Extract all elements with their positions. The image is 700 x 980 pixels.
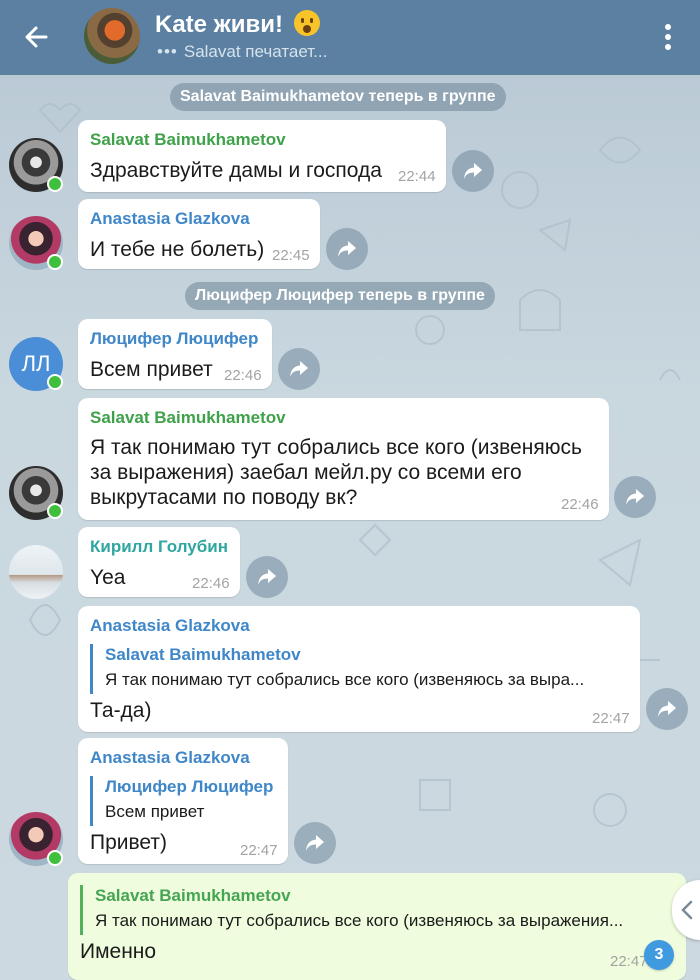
message-text: Именно [80, 940, 157, 963]
reply-sender: Salavat Baimukhametov [95, 886, 291, 905]
message-time: 22:47 [240, 842, 278, 859]
chat-title-text: Kate живи! [155, 11, 283, 38]
share-arrow-icon [258, 569, 276, 585]
share-arrow-icon [338, 241, 356, 257]
service-message: Люцифер Люцифер теперь в группе [185, 282, 495, 310]
message-time: 22:47 [592, 710, 630, 727]
reply-text: Я так понимаю тут собрались все кого (из… [95, 911, 624, 930]
message-time: 22:44 [398, 168, 436, 185]
share-button[interactable] [452, 150, 494, 192]
chat-title[interactable]: Kate живи! [155, 10, 320, 39]
service-message: Salavat Baimukhametov теперь в группе [170, 83, 506, 111]
message-bubble[interactable]: Люцифер Люцифер Всем привет 22:46 [78, 319, 272, 389]
online-indicator [47, 850, 63, 866]
surprised-emoji-icon [293, 10, 320, 36]
unread-badge[interactable]: 3 [644, 940, 674, 970]
message-text: Всем привет [90, 358, 213, 381]
reply-quote[interactable]: Salavat Baimukhametov Я так понимаю тут … [80, 885, 623, 935]
sender-name[interactable]: Salavat Baimukhametov [90, 408, 286, 428]
message-text: Привет) [90, 831, 168, 854]
message-time: 22:46 [224, 367, 262, 384]
message-text-line: за выражения) заебал мейл.ру со всеми ег… [90, 461, 522, 484]
reply-text: Всем привет [105, 802, 205, 821]
typing-status: ••• Salavat печатает... [157, 42, 327, 62]
message-bubble[interactable]: Salavat Baimukhametov Я так понимаю тут … [78, 398, 609, 520]
share-arrow-icon [306, 835, 324, 851]
share-arrow-icon [290, 361, 308, 377]
message-bubble[interactable]: Anastasia Glazkova Люцифер Люцифер Всем … [78, 738, 288, 864]
message-bubble[interactable]: Кирилл Голубин Yea 22:46 [78, 527, 240, 597]
reply-sender: Люцифер Люцифер [105, 777, 274, 796]
sender-name[interactable]: Anastasia Glazkova [90, 616, 250, 636]
share-button[interactable] [614, 476, 656, 518]
share-button[interactable] [246, 556, 288, 598]
message-text-line: выкрутасами по поводу вк? [90, 486, 358, 509]
sender-name[interactable]: Люцифер Люцифер [90, 329, 258, 349]
reply-sender: Salavat Baimukhametov [105, 645, 301, 664]
share-button[interactable] [294, 822, 336, 864]
message-bubble[interactable]: Anastasia Glazkova Salavat Baimukhametov… [78, 606, 640, 732]
group-avatar[interactable] [84, 8, 140, 64]
chevron-left-icon [681, 900, 693, 920]
sender-name[interactable]: Кирилл Голубин [90, 537, 228, 557]
outgoing-message-bubble[interactable]: Salavat Baimukhametov Я так понимаю тут … [68, 873, 686, 980]
share-button[interactable] [326, 228, 368, 270]
message-time: 22:46 [561, 496, 599, 513]
sender-name[interactable]: Salavat Baimukhametov [90, 130, 286, 150]
typing-status-text: Salavat печатает... [183, 42, 328, 61]
chat-header: Kate живи! ••• Salavat печатает... [0, 0, 700, 75]
message-time: 22:46 [192, 575, 230, 592]
message-time: 22:45 [272, 247, 310, 264]
message-time: 22:47 [610, 953, 648, 970]
online-indicator [47, 254, 63, 270]
reply-quote[interactable]: Salavat Baimukhametov Я так понимаю тут … [90, 644, 584, 694]
online-indicator [47, 176, 63, 192]
message-bubble[interactable]: Salavat Baimukhametov Здравствуйте дамы … [78, 120, 446, 192]
typing-dots-icon: ••• [157, 42, 178, 61]
message-bubble[interactable]: Anastasia Glazkova И тебе не болеть) 22:… [78, 199, 320, 269]
sender-name[interactable]: Anastasia Glazkova [90, 209, 250, 229]
avatar-kirill[interactable] [9, 545, 63, 599]
message-text: Здравствуйте дамы и господа [90, 159, 382, 182]
share-arrow-icon [658, 701, 676, 717]
message-text: И тебе не болеть) [90, 238, 265, 261]
share-button[interactable] [278, 348, 320, 390]
share-arrow-icon [464, 163, 482, 179]
message-text: Yea [90, 566, 126, 589]
share-arrow-icon [626, 489, 644, 505]
sender-name[interactable]: Anastasia Glazkova [90, 748, 250, 768]
back-arrow-icon[interactable] [20, 20, 54, 54]
online-indicator [47, 374, 63, 390]
message-text: Та-да) [90, 699, 152, 722]
more-menu-icon[interactable] [656, 22, 680, 54]
online-indicator [47, 503, 63, 519]
reply-text: Я так понимаю тут собрались все кого (из… [105, 670, 585, 689]
reply-quote[interactable]: Люцифер Люцифер Всем привет [90, 776, 273, 826]
share-button[interactable] [646, 688, 688, 730]
message-text-line: Я так понимаю тут собрались все кого (из… [90, 436, 582, 459]
